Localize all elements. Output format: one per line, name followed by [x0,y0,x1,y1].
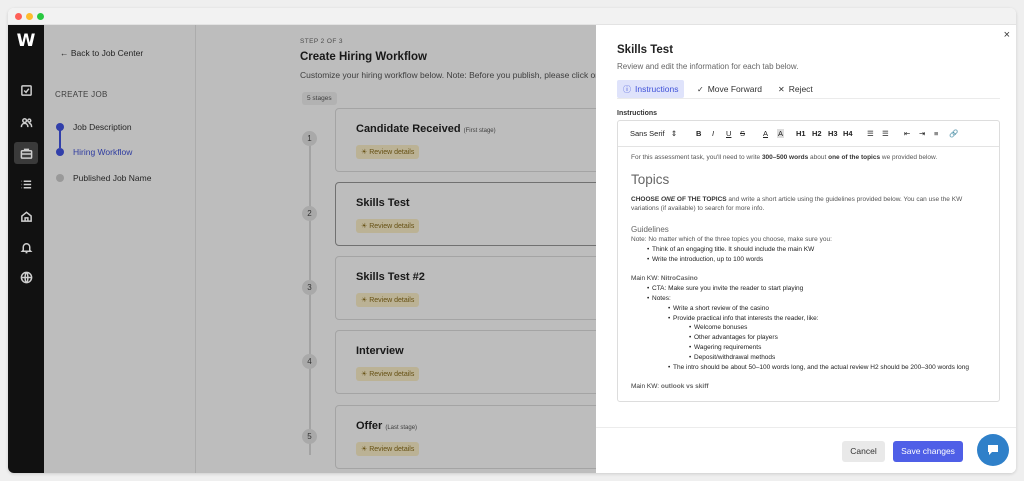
text: For this assessment task, you'll need to… [631,154,762,161]
italic-button[interactable]: I [712,129,714,138]
guidelines-list: Think of an engaging title. It should in… [631,245,986,265]
text-bold: CHOOSE [631,195,661,203]
text: Main KW: [631,383,661,391]
minimize-window-dot[interactable] [26,13,33,20]
font-select[interactable]: Sans Serif ⇕ [630,129,677,138]
heading-2-button[interactable]: H2 [812,129,822,138]
link-icon[interactable]: 🔗 [949,129,958,138]
text: we provided below. [880,154,938,161]
chat-bubble-icon [988,445,998,455]
check-icon: ✓ [697,84,704,94]
text-bold: 300–500 words [761,154,809,161]
home-icon[interactable] [14,205,38,227]
keyword: outlook vs skiff [660,383,709,391]
briefcase-icon[interactable] [14,142,38,164]
instructions-editor[interactable]: Sans Serif ⇕ B I U S A A H1 H2 H3 H4 ☰ ☰… [617,120,1000,402]
note-paragraph: Note: No matter which of the three topic… [631,235,832,243]
close-icon[interactable]: × [1004,29,1010,41]
skills-test-drawer: × Skills Test Review and edit the inform… [596,25,1016,473]
indent-icon[interactable]: ⇥ [919,129,925,138]
list-item: Notes: [647,294,986,304]
list-icon[interactable] [14,173,38,195]
heading-1-button[interactable]: H1 [796,129,806,138]
drawer-tabs: ⓘ Instructions ✓ Move Forward ✕ Reject [617,78,1000,99]
outdent-icon[interactable]: ⇤ [904,129,910,138]
tab-label: Move Forward [707,84,763,94]
heading-3-button[interactable]: H3 [828,129,838,138]
list-item: Write the introduction, up to 100 words [647,255,986,265]
list-item: The intro should be about 50–100 words l… [668,363,986,373]
strikethrough-button[interactable]: S [740,129,745,138]
list-item: Think of an engaging title. It should in… [647,245,986,255]
save-changes-button[interactable]: Save changes [893,441,963,462]
choose-paragraph: CHOOSE ONE OF THE TOPICS and write a sho… [631,195,986,215]
tab-instructions[interactable]: ⓘ Instructions [617,80,685,98]
bullet-list-icon[interactable]: ☰ [882,129,889,138]
main-kw-line: Main KW: outlook vs skiff [631,382,986,392]
list-item: CTA: Make sure you invite the reader to … [647,284,986,294]
text: Main KW: [631,275,661,283]
list-item: Provide practical info that interests th… [668,314,986,324]
bell-icon[interactable] [14,236,38,258]
background-color-button[interactable]: A [777,129,785,138]
text: about [808,154,829,161]
drawer-title: Skills Test [617,44,674,56]
editor-toolbar: Sans Serif ⇕ B I U S A A H1 H2 H3 H4 ☰ ☰… [618,121,999,147]
browser-window: W ← Back to Job Center CREATE JOB Job De… [8,8,1016,473]
editor-content[interactable]: For this assessment task, you'll need to… [618,147,999,398]
keyword: NitroCasino [660,275,698,283]
intro-paragraph: For this assessment task, you'll need to… [631,153,986,163]
kw-list: CTA: Make sure you invite the reader to … [631,284,986,372]
modal-backdrop[interactable] [44,25,596,473]
list-item: Wagering requirements [689,343,986,353]
tab-move-forward[interactable]: ✓ Move Forward [691,80,768,98]
list-item: Other advantages for players [689,333,986,343]
drawer-footer-divider [596,427,1016,428]
tab-label: Instructions [635,84,679,94]
ordered-list-icon[interactable]: ☰ [867,129,874,138]
cancel-button[interactable]: Cancel [842,441,885,462]
tab-reject[interactable]: ✕ Reject [772,80,819,98]
font-select-value: Sans Serif [630,129,665,138]
app-rail: W [8,25,44,473]
tasks-icon[interactable] [14,79,38,101]
list-item: Welcome bonuses [689,323,986,333]
drawer-subtitle: Review and edit the information for each… [617,62,799,71]
instructions-field-label: Instructions [617,110,658,117]
list-item: Write a short review of the casino [668,304,986,314]
globe-icon[interactable] [14,266,38,288]
topics-heading: Topics [631,171,670,187]
app-logo[interactable]: W [8,31,44,51]
text-bold-italic: ONE [660,195,676,203]
tab-label: Reject [788,84,813,94]
main-kw-line: Main KW: NitroCasino [631,274,986,284]
maximize-window-dot[interactable] [37,13,44,20]
guidelines-heading: Guidelines [631,225,669,235]
text-bold: one of the topics [828,154,881,161]
bold-button[interactable]: B [696,129,701,138]
chat-support-button[interactable] [977,434,1009,466]
window-titlebar [8,8,1016,25]
users-icon[interactable] [14,111,38,133]
text-bold: OF THE TOPICS [675,195,727,203]
underline-button[interactable]: U [726,129,731,138]
info-icon: ⓘ [623,84,631,94]
align-icon[interactable]: ≡ [934,129,938,138]
list-item: Deposit/withdrawal methods [689,353,986,363]
close-window-dot[interactable] [15,13,22,20]
text-color-button[interactable]: A [763,129,768,138]
heading-4-button[interactable]: H4 [843,129,853,138]
x-icon: ✕ [778,84,785,94]
